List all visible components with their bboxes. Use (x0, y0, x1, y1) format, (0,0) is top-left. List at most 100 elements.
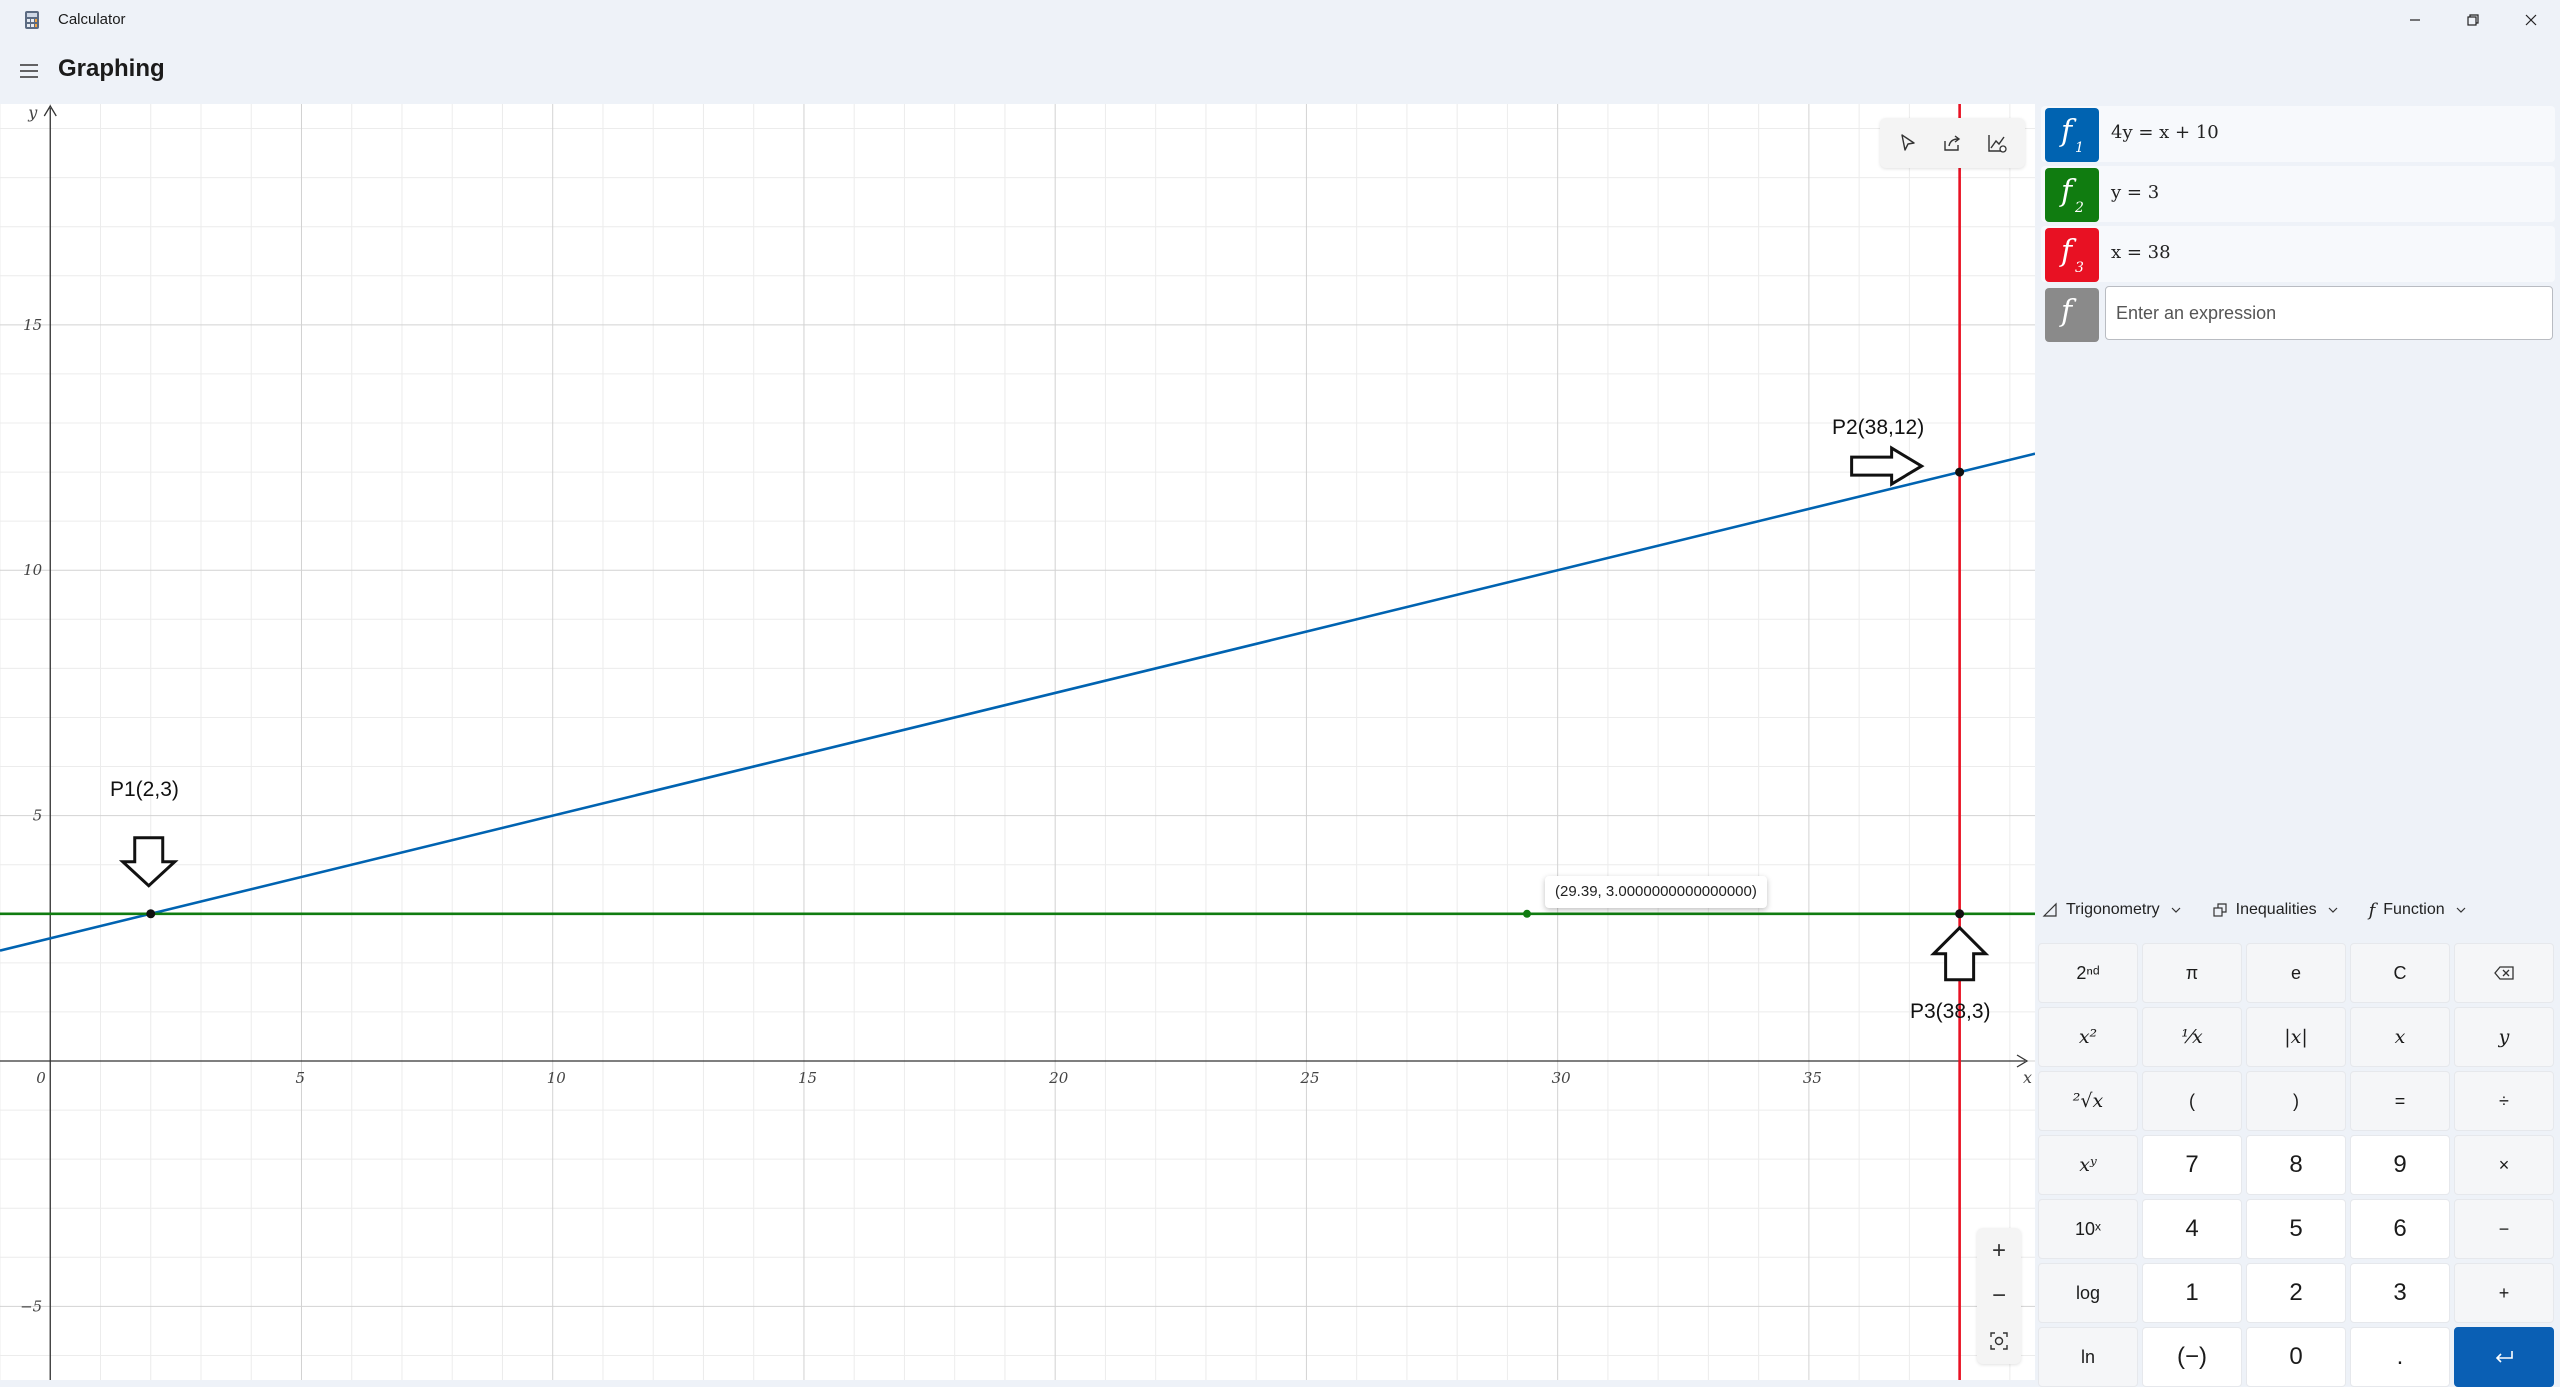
function-label: Function (2383, 901, 2445, 918)
reciprocal-key[interactable]: ¹⁄x (2142, 1007, 2242, 1067)
y-tick-label: 10 (23, 561, 43, 579)
zoom-toolbar: + − (1977, 1228, 2021, 1364)
x-tick-label: 5 (295, 1069, 305, 1087)
enter-key[interactable] (2454, 1327, 2554, 1387)
function-row-1[interactable]: f 1 4y = x + 10 (2041, 106, 2555, 162)
keypad-category-bar: Trigonometry Inequalities f Function (2042, 890, 2469, 930)
ten-power-key[interactable]: 10ˣ (2038, 1199, 2138, 1259)
digit-4-key[interactable]: 4 (2142, 1199, 2242, 1259)
y-tick-label: −5 (20, 1297, 42, 1315)
digit-7-key[interactable]: 7 (2142, 1135, 2242, 1195)
zoom-fit-button[interactable] (1979, 1321, 2019, 1361)
expression-input[interactable] (2105, 286, 2553, 340)
digit-3-key[interactable]: 3 (2350, 1263, 2450, 1323)
open-paren-key[interactable]: ( (2142, 1071, 2242, 1131)
y-tick-label: 5 (33, 807, 43, 825)
x-axis-name: x (2023, 1068, 2032, 1087)
close-button[interactable] (2502, 0, 2560, 40)
function-expression-3[interactable]: x = 38 (2111, 242, 2171, 263)
zoom-fit-icon (1990, 1332, 2008, 1351)
function-index: 2 (2075, 200, 2084, 216)
function-dropdown[interactable]: f Function (2369, 900, 2469, 921)
graph-canvas[interactable]: 0 5 10 15 20 25 30 35 15 10 5 −5 x y P1(2,3) P2(38,12… (0, 104, 2035, 1380)
graph-plot[interactable]: 0 5 10 15 20 25 30 35 15 10 5 −5 x y P1(2,3) P2(38,12… (0, 104, 2035, 1380)
digit-9-key[interactable]: 9 (2350, 1135, 2450, 1195)
inequalities-icon (2213, 903, 2227, 917)
function-row-2[interactable]: f 2 y = 3 (2041, 166, 2555, 222)
log-key[interactable]: log (2038, 1263, 2138, 1323)
axes (0, 104, 2029, 1380)
share-icon (1944, 135, 1961, 151)
digit-8-key[interactable]: 8 (2246, 1135, 2346, 1195)
function-index: 3 (2075, 260, 2084, 276)
x-tick-label: 15 (798, 1069, 817, 1087)
zoom-in-button[interactable]: + (1979, 1231, 2019, 1271)
point-marker (146, 909, 156, 919)
trace-button[interactable] (1888, 123, 1928, 163)
x-variable-key[interactable]: x (2350, 1007, 2450, 1067)
x-tick-label: 35 (1803, 1069, 1822, 1087)
annotation-p3: P3(38,3) (1910, 1000, 1991, 1023)
trigonometry-label: Trigonometry (2066, 901, 2160, 918)
trigonometry-dropdown[interactable]: Trigonometry (2042, 901, 2184, 919)
ln-key[interactable]: ln (2038, 1327, 2138, 1387)
digit-1-key[interactable]: 1 (2142, 1263, 2242, 1323)
digit-5-key[interactable]: 5 (2246, 1199, 2346, 1259)
function-color-chip-1[interactable]: f 1 (2045, 108, 2099, 162)
second-key[interactable]: 2ⁿᵈ (2038, 943, 2138, 1003)
zoom-out-button[interactable]: − (1979, 1276, 2019, 1316)
trace-pointer-icon (1901, 134, 1915, 151)
function-f-icon: f (2061, 174, 2073, 209)
x-tick-label: 20 (1048, 1069, 1069, 1087)
function-color-chip-2[interactable]: f 2 (2045, 168, 2099, 222)
power-key[interactable]: xʸ (2038, 1135, 2138, 1195)
chevron-down-icon (2328, 907, 2338, 913)
trace-point (1523, 909, 1532, 918)
divide-key[interactable]: ÷ (2454, 1071, 2554, 1131)
digit-2-key[interactable]: 2 (2246, 1263, 2346, 1323)
function-color-chip-new: f (2045, 288, 2099, 342)
negate-key[interactable]: (−) (2142, 1327, 2242, 1387)
function-expression-1[interactable]: 4y = x + 10 (2111, 122, 2219, 143)
equals-key[interactable]: = (2350, 1071, 2450, 1131)
function-f-icon: f (2061, 114, 2073, 149)
close-paren-key[interactable]: ) (2246, 1071, 2346, 1131)
inequalities-dropdown[interactable]: Inequalities (2212, 901, 2341, 919)
function-row-3[interactable]: f 3 x = 38 (2041, 226, 2555, 282)
add-key[interactable]: + (2454, 1263, 2554, 1323)
digit-0-key[interactable]: 0 (2246, 1327, 2346, 1387)
y-variable-key[interactable]: y (2454, 1007, 2554, 1067)
share-button[interactable] (1932, 123, 1972, 163)
square-key[interactable]: x² (2038, 1007, 2138, 1067)
minimize-icon (2410, 19, 2420, 21)
function-f-icon: f (2061, 234, 2073, 269)
pi-key[interactable]: π (2142, 943, 2242, 1003)
function-index: 1 (2075, 140, 2084, 156)
function-f-icon: f (2368, 899, 2376, 921)
page-title: Graphing (58, 55, 165, 82)
backspace-key[interactable] (2454, 943, 2554, 1003)
arrow-right (1850, 445, 1925, 487)
digit-6-key[interactable]: 6 (2350, 1199, 2450, 1259)
subtract-key[interactable]: − (2454, 1199, 2554, 1259)
annotation-p1: P1(2,3) (110, 778, 179, 801)
absolute-value-key[interactable]: |x| (2246, 1007, 2346, 1067)
graph-options-button[interactable] (1977, 123, 2017, 163)
inequalities-label: Inequalities (2235, 901, 2317, 918)
maximize-button[interactable] (2444, 0, 2502, 40)
backspace-icon (2494, 966, 2514, 980)
function-color-chip-3[interactable]: f 3 (2045, 228, 2099, 282)
square-root-key[interactable]: ²√x (2038, 1071, 2138, 1131)
x-tick-label: 0 (36, 1069, 46, 1087)
minimize-button[interactable] (2386, 0, 2444, 40)
multiply-key[interactable]: × (2454, 1135, 2554, 1195)
keypad: 2ⁿᵈ π e C x² ¹⁄x |x| x y ²√x ( ) = ÷ xʸ … (2038, 943, 2558, 1387)
e-key[interactable]: e (2246, 943, 2346, 1003)
arrow-up (1930, 925, 1990, 982)
trace-tooltip: (29.39, 3.0000000000000000) (1545, 876, 1767, 908)
function-row-new[interactable]: f (2041, 286, 2555, 342)
decimal-key[interactable]: . (2350, 1327, 2450, 1387)
function-expression-2[interactable]: y = 3 (2111, 182, 2159, 203)
navigation-menu-button[interactable] (16, 58, 42, 84)
clear-key[interactable]: C (2350, 943, 2450, 1003)
